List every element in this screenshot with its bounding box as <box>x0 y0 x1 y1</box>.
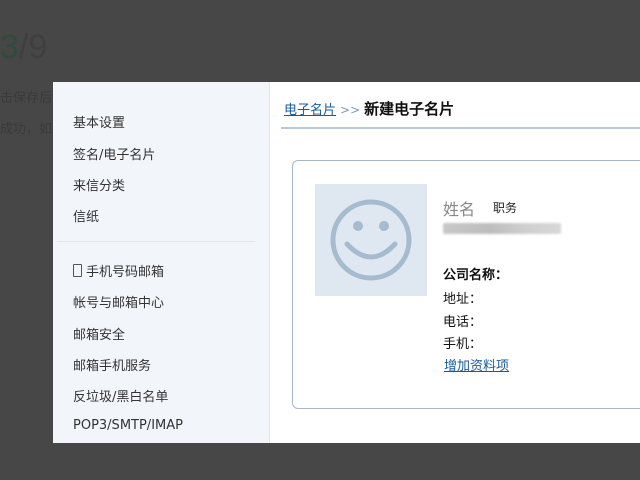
sidebar-item-mobile-service[interactable]: 邮箱手机服务 <box>73 355 151 374</box>
settings-panel: 基本设置 签名/电子名片 来信分类 信纸 手机号码邮箱 帐号与邮箱中心 邮箱安全… <box>53 82 640 443</box>
sidebar-item-anti-spam[interactable]: 反垃圾/黑白名单 <box>73 386 168 405</box>
business-card-preview: 姓名 职务 公司名称： 地址： 电话： 手机： 增加资料项 <box>292 160 640 409</box>
company-label: 公司名称： <box>443 268 509 283</box>
name-field[interactable]: 姓名 <box>443 196 475 220</box>
sidebar-item-pop3-smtp-imap[interactable]: POP3/SMTP/IMAP <box>73 418 183 433</box>
avatar[interactable] <box>315 184 427 296</box>
background-text: 成功，如 <box>0 122 53 137</box>
address-label: 地址： <box>443 292 483 307</box>
sidebar-item-account-center[interactable]: 帐号与邮箱中心 <box>73 292 164 311</box>
phone-label: 电话： <box>443 315 483 330</box>
background-text: 击保存后 <box>0 91 53 106</box>
sidebar-item-stationery[interactable]: 信纸 <box>73 206 99 225</box>
redacted-email <box>443 223 561 234</box>
page-title: 新建电子名片 <box>364 100 455 118</box>
mobile-phone-icon <box>73 264 82 277</box>
settings-sidebar: 基本设置 签名/电子名片 来信分类 信纸 手机号码邮箱 帐号与邮箱中心 邮箱安全… <box>53 82 270 443</box>
job-title-field[interactable]: 职务 <box>493 199 517 216</box>
breadcrumb-separator: >> <box>340 103 361 117</box>
sidebar-item-basic-settings[interactable]: 基本设置 <box>73 112 125 131</box>
breadcrumb: 电子名片 >> 新建电子名片 <box>284 98 454 119</box>
sidebar-item-security[interactable]: 邮箱安全 <box>73 324 125 343</box>
breadcrumb-link-business-card[interactable]: 电子名片 <box>284 103 336 118</box>
background-step-counter: 3/9 <box>0 28 48 66</box>
smiley-face-icon <box>330 199 412 281</box>
main-content: 电子名片 >> 新建电子名片 姓名 职务 公司名称： 地址： 电话： 手机： 增加资… <box>270 82 640 443</box>
sidebar-item-signature[interactable]: 签名/电子名片 <box>73 144 155 163</box>
mobile-label: 手机： <box>443 337 483 352</box>
header-divider <box>281 127 640 129</box>
sidebar-divider <box>57 241 255 242</box>
sidebar-item-phone-mailbox[interactable]: 手机号码邮箱 <box>73 261 164 280</box>
sidebar-item-mail-filter[interactable]: 来信分类 <box>73 175 125 194</box>
add-field-link[interactable]: 增加资料项 <box>444 355 509 374</box>
